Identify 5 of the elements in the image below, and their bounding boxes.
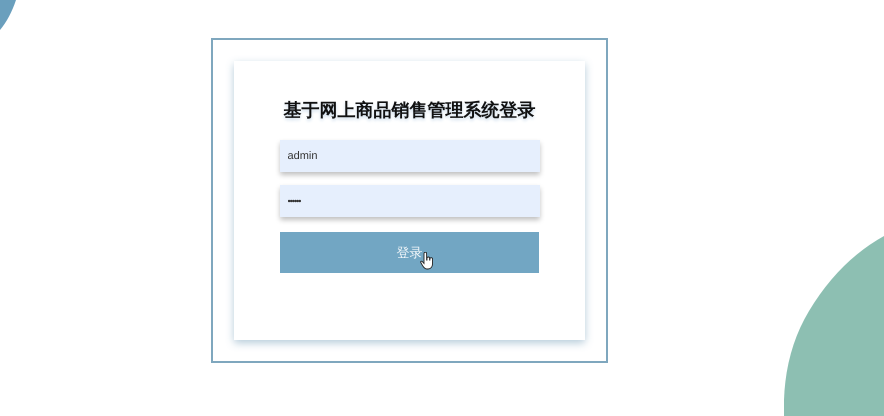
hand-cursor-icon (420, 252, 434, 270)
username-field[interactable]: admin (280, 140, 540, 172)
corner-shape (0, 0, 16, 30)
login-title: 基于网上商品销售管理系统登录 (284, 99, 536, 123)
password-field[interactable]: •••••• (280, 185, 540, 217)
